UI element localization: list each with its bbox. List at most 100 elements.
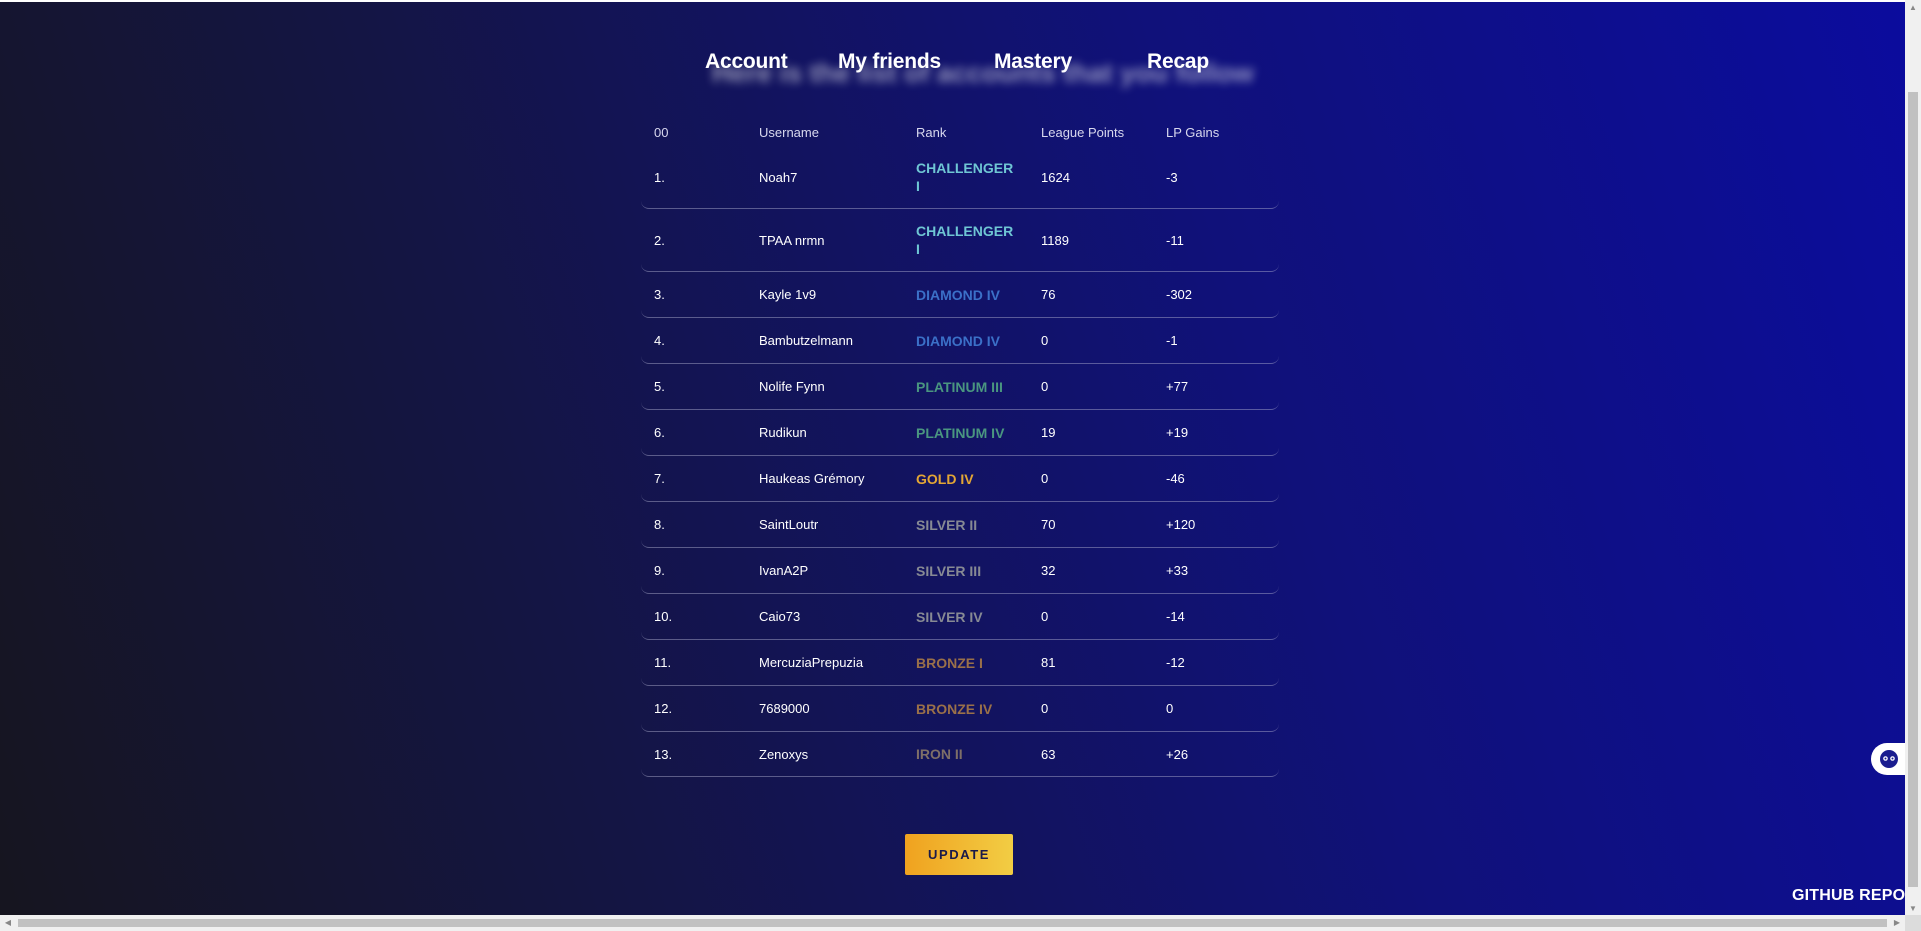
row-rank: GOLD IV xyxy=(916,470,974,487)
nav-my-friends[interactable]: My friends xyxy=(838,50,941,74)
row-position-cell: 11. xyxy=(641,640,746,686)
row-league-points: 1189 xyxy=(1041,232,1069,248)
row-lp-gain: 0 xyxy=(1166,701,1174,716)
row-rank: DIAMOND IV xyxy=(916,332,1000,349)
row-username: Kayle 1v9 xyxy=(759,287,817,302)
nav-account[interactable]: Account xyxy=(705,50,788,74)
table-row: 12. 7689000 BRONZE IV 0 0 xyxy=(641,686,1279,732)
header-rank: Rank xyxy=(916,124,947,140)
row-username: MercuziaPrepuzia xyxy=(759,655,864,670)
row-rank-cell: DIAMOND IV xyxy=(903,318,1028,364)
row-lp-gain: +33 xyxy=(1166,563,1189,578)
row-league-points-cell: 32 xyxy=(1028,548,1153,594)
row-league-points-cell: 0 xyxy=(1028,364,1153,410)
row-rank-cell: SILVER IV xyxy=(903,594,1028,640)
row-username-cell: MercuziaPrepuzia xyxy=(746,640,903,686)
row-league-points-cell: 0 xyxy=(1028,456,1153,502)
row-lp-gain: -1 xyxy=(1166,333,1178,348)
row-lp-gain-cell: 0 xyxy=(1153,686,1279,732)
row-lp-gain-cell: +33 xyxy=(1153,548,1279,594)
row-rank-cell: CHALLENGER I xyxy=(903,209,1028,272)
row-league-points: 76 xyxy=(1041,287,1056,302)
row-username: Nolife Fynn xyxy=(759,379,825,394)
scroll-right-arrow-icon[interactable]: ▶ xyxy=(1891,917,1903,929)
table-row: 5. Nolife Fynn PLATINUM III 0 +77 xyxy=(641,364,1279,410)
table-row: 3. Kayle 1v9 DIAMOND IV 76 -302 xyxy=(641,272,1279,318)
horizontal-scrollbar[interactable]: ◀ ▶ xyxy=(0,915,1905,931)
row-rank-cell: BRONZE IV xyxy=(903,686,1028,732)
row-lp-gain-cell: +19 xyxy=(1153,410,1279,456)
row-rank-cell: GOLD IV xyxy=(903,456,1028,502)
row-league-points-cell: 70 xyxy=(1028,502,1153,548)
row-lp-gain: -11 xyxy=(1166,232,1184,248)
row-rank-cell: PLATINUM III xyxy=(903,364,1028,410)
row-lp-gain-cell: -302 xyxy=(1153,272,1279,318)
row-league-points: 0 xyxy=(1041,471,1049,486)
row-rank: BRONZE I xyxy=(916,654,983,671)
scroll-left-arrow-icon[interactable]: ◀ xyxy=(2,917,14,929)
table-row: 2. TPAA nrmn CHALLENGER I 1189 -11 xyxy=(641,209,1279,272)
table-row: 6. Rudikun PLATINUM IV 19 +19 xyxy=(641,410,1279,456)
row-username-cell: Rudikun xyxy=(746,410,903,456)
row-position: 3. xyxy=(654,287,665,302)
row-league-points-cell: 1189 xyxy=(1028,209,1153,272)
horizontal-scroll-thumb[interactable] xyxy=(18,919,1887,927)
row-position: 11. xyxy=(654,655,672,670)
row-lp-gain-cell: -11 xyxy=(1153,209,1279,272)
row-rank-cell: IRON II xyxy=(903,732,1028,777)
top-border xyxy=(0,0,1905,2)
scroll-down-arrow-icon[interactable]: ▼ xyxy=(1908,903,1918,915)
scrollbar-corner xyxy=(1905,915,1921,931)
row-rank: PLATINUM IV xyxy=(916,424,1005,441)
vertical-scrollbar[interactable]: ▲ ▼ xyxy=(1905,0,1921,931)
row-position-cell: 5. xyxy=(641,364,746,410)
row-username: SaintLoutr xyxy=(759,517,819,532)
row-league-points-cell: 1624 xyxy=(1028,146,1153,209)
row-rank-cell: PLATINUM IV xyxy=(903,410,1028,456)
row-position-cell: 12. xyxy=(641,686,746,732)
table-row: 9. IvanA2P SILVER III 32 +33 xyxy=(641,548,1279,594)
row-position-cell: 8. xyxy=(641,502,746,548)
row-username: 7689000 xyxy=(759,701,810,716)
update-button[interactable]: UPDATE xyxy=(905,834,1013,875)
row-lp-gain: -3 xyxy=(1166,169,1178,185)
row-rank-cell: SILVER II xyxy=(903,502,1028,548)
scroll-up-arrow-icon[interactable]: ▲ xyxy=(1908,2,1918,14)
row-league-points-cell: 19 xyxy=(1028,410,1153,456)
row-league-points: 19 xyxy=(1041,425,1056,440)
row-position-cell: 6. xyxy=(641,410,746,456)
table-row: 4. Bambutzelmann DIAMOND IV 0 -1 xyxy=(641,318,1279,364)
row-position: 5. xyxy=(654,379,665,394)
row-username: Zenoxys xyxy=(759,746,809,762)
header-position: 00 xyxy=(654,124,669,140)
nav-recap[interactable]: Recap xyxy=(1147,50,1209,74)
friends-leaderboard: 00 Username Rank League Points LP Gains … xyxy=(641,118,1279,777)
row-position: 4. xyxy=(654,333,665,348)
row-position-cell: 13. xyxy=(641,732,746,777)
row-position: 13. xyxy=(654,746,673,762)
row-username: Bambutzelmann xyxy=(759,333,853,348)
row-lp-gain: +19 xyxy=(1166,425,1189,440)
row-league-points: 70 xyxy=(1041,517,1056,532)
row-rank: CHALLENGER I xyxy=(916,160,1014,194)
row-username-cell: Kayle 1v9 xyxy=(746,272,903,318)
row-league-points: 0 xyxy=(1041,379,1049,394)
row-username-cell: TPAA nrmn xyxy=(746,209,903,272)
row-username: Haukeas Grémory xyxy=(759,471,865,486)
chat-bot-icon[interactable] xyxy=(1871,743,1907,775)
vertical-scroll-thumb[interactable] xyxy=(1908,92,1918,887)
row-league-points: 32 xyxy=(1041,563,1056,578)
row-lp-gain-cell: +77 xyxy=(1153,364,1279,410)
row-username-cell: IvanA2P xyxy=(746,548,903,594)
row-rank-cell: CHALLENGER I xyxy=(903,146,1028,209)
row-lp-gain: -302 xyxy=(1166,287,1193,302)
row-username: IvanA2P xyxy=(759,563,809,578)
github-repo-link[interactable]: GITHUB REPO xyxy=(1792,887,1905,905)
table-row: 11. MercuziaPrepuzia BRONZE I 81 -12 xyxy=(641,640,1279,686)
nav-mastery[interactable]: Mastery xyxy=(994,50,1072,74)
row-position: 7. xyxy=(654,471,665,486)
row-username-cell: Noah7 xyxy=(746,146,903,209)
row-rank: BRONZE IV xyxy=(916,700,993,717)
row-username: TPAA nrmn xyxy=(759,232,825,248)
row-rank: SILVER IV xyxy=(916,608,983,625)
